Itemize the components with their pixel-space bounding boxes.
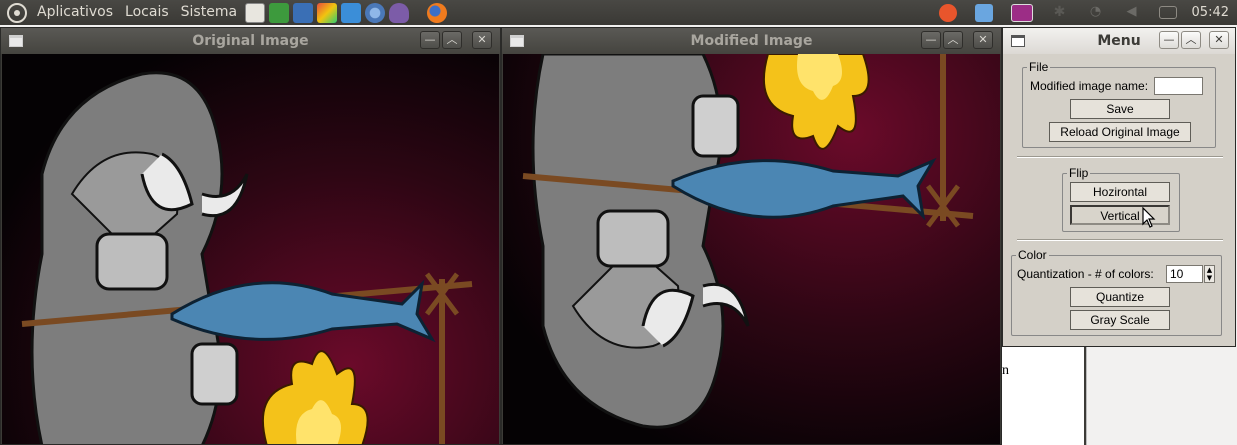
minimize-button[interactable]: — bbox=[1159, 31, 1179, 49]
grayscale-button[interactable]: Gray Scale bbox=[1070, 310, 1170, 330]
top-panel: Aplicativos Locais Sistema ✱ ◔ ◀ 05:42 bbox=[0, 0, 1237, 25]
flip-horizontal-button[interactable]: Hozirontal bbox=[1070, 182, 1170, 202]
ubuntuone-icon[interactable] bbox=[938, 3, 957, 22]
mail-icon[interactable] bbox=[1158, 6, 1177, 19]
chromium-icon[interactable] bbox=[365, 2, 386, 23]
modified-name-input[interactable] bbox=[1154, 77, 1203, 95]
titlebar[interactable]: Menu — ︿ ✕ bbox=[1003, 28, 1235, 54]
modified-name-label: Modified image name: bbox=[1030, 79, 1149, 93]
quantization-label: Quantization - # of colors: bbox=[1017, 267, 1154, 281]
desktop: Aplicativos Locais Sistema ✱ ◔ ◀ 05:42 O… bbox=[0, 0, 1237, 445]
spreadsheet-icon[interactable] bbox=[269, 2, 290, 23]
titlebar[interactable]: Modified Image — ︿ ✕ bbox=[502, 28, 1001, 54]
minimize-button[interactable]: — bbox=[420, 31, 440, 49]
quantization-colors-input[interactable]: 10 bbox=[1166, 265, 1203, 283]
maximize-button[interactable]: ︿ bbox=[943, 31, 963, 49]
separator bbox=[1017, 156, 1223, 158]
original-image-canvas bbox=[2, 54, 499, 444]
save-button[interactable]: Save bbox=[1070, 99, 1170, 119]
reload-original-button[interactable]: Reload Original Image bbox=[1049, 122, 1191, 142]
modified-image bbox=[522, 54, 974, 429]
menu-sistema[interactable]: Sistema bbox=[175, 0, 243, 25]
document-text-fragment: n bbox=[1002, 363, 1009, 378]
clock[interactable]: 05:42 bbox=[1192, 5, 1229, 20]
volume-icon[interactable]: ◀ bbox=[1123, 4, 1141, 22]
menu-window: Menu — ︿ ✕ File Modified image name: Sav… bbox=[1002, 27, 1236, 347]
ubuntu-logo-icon[interactable] bbox=[7, 2, 27, 23]
separator bbox=[1017, 239, 1223, 241]
text-editor-icon[interactable] bbox=[245, 2, 266, 23]
dropbox-icon[interactable] bbox=[341, 2, 362, 23]
menu-locais[interactable]: Locais bbox=[119, 0, 175, 25]
original-image-window: Original Image — ︿ ✕ bbox=[0, 27, 501, 445]
mouse-pointer-icon bbox=[1142, 207, 1156, 228]
wifi-icon[interactable]: ◔ bbox=[1087, 4, 1105, 22]
close-button[interactable]: ✕ bbox=[472, 31, 492, 49]
firefox-icon[interactable] bbox=[427, 2, 448, 23]
dropbox-tray-icon[interactable] bbox=[974, 3, 993, 22]
pidgin-icon[interactable] bbox=[389, 2, 410, 23]
close-button[interactable]: ✕ bbox=[973, 31, 993, 49]
original-image bbox=[21, 71, 473, 444]
minimize-button[interactable]: — bbox=[921, 31, 941, 49]
paint-icon[interactable] bbox=[317, 2, 338, 23]
close-button[interactable]: ✕ bbox=[1209, 31, 1229, 49]
document-icon[interactable] bbox=[293, 2, 314, 23]
quantize-button[interactable]: Quantize bbox=[1070, 287, 1170, 307]
flip-legend: Flip bbox=[1069, 166, 1089, 180]
system-tray: ✱ ◔ ◀ 05:42 bbox=[930, 0, 1237, 25]
background-document: n bbox=[1002, 347, 1237, 445]
maximize-button[interactable]: ︿ bbox=[1181, 31, 1201, 49]
terminal-icon[interactable] bbox=[1010, 3, 1033, 22]
color-legend: Color bbox=[1018, 248, 1047, 262]
modified-image-canvas bbox=[503, 54, 1000, 444]
maximize-button[interactable]: ︿ bbox=[442, 31, 462, 49]
quantization-spinner[interactable]: ▲ ▼ bbox=[1204, 265, 1215, 283]
bluetooth-icon[interactable]: ✱ bbox=[1051, 4, 1069, 22]
document-panel bbox=[1086, 347, 1237, 445]
modified-image-window: Modified Image — ︿ ✕ bbox=[501, 27, 1002, 445]
menu-aplicativos[interactable]: Aplicativos bbox=[31, 0, 119, 25]
titlebar[interactable]: Original Image — ︿ ✕ bbox=[1, 28, 500, 54]
file-legend: File bbox=[1029, 60, 1049, 74]
